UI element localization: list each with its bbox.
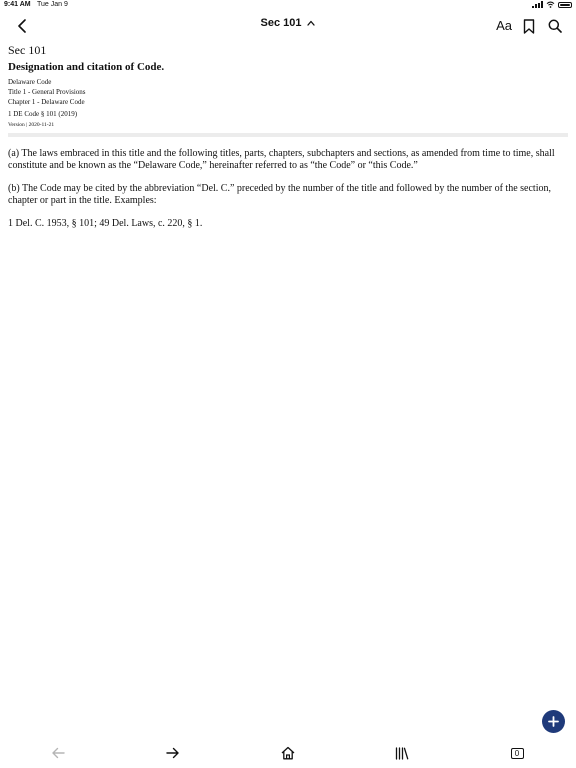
- cellular-signal-icon: [532, 1, 543, 8]
- library-button[interactable]: [393, 744, 411, 762]
- status-date: Tue Jan 9: [37, 1, 68, 8]
- status-icons: [532, 1, 572, 8]
- plus-icon: [548, 716, 559, 727]
- paragraph-b: (b) The Code may be cited by the abbrevi…: [8, 183, 551, 206]
- search-button[interactable]: [546, 16, 564, 36]
- tabs-button[interactable]: 0: [508, 744, 526, 762]
- nav-actions: Aa: [496, 16, 564, 36]
- history-back-button[interactable]: [49, 744, 67, 762]
- arrow-right-icon: [166, 747, 179, 759]
- citation: 1 DE Code § 101 (2019): [8, 110, 78, 118]
- bookmark-button[interactable]: [520, 16, 538, 36]
- status-time: 9:41 AM: [4, 1, 31, 8]
- section-divider: [8, 133, 568, 137]
- section-heading: Designation and citation of Code.: [8, 61, 165, 73]
- search-icon: [548, 19, 562, 33]
- home-button[interactable]: [279, 744, 297, 762]
- tabs-icon: 0: [510, 747, 524, 759]
- wifi-icon: [546, 1, 555, 8]
- bottom-toolbar: 0: [0, 742, 576, 764]
- history-forward-button[interactable]: [164, 744, 182, 762]
- section-header: Sec 101 Designation and citation of Code…: [8, 43, 568, 130]
- battery-icon: [558, 1, 572, 8]
- home-icon: [281, 746, 295, 760]
- add-button[interactable]: [542, 710, 565, 733]
- nav-title-text: Sec 101: [260, 17, 302, 29]
- section-body: (a) The laws embraced in this title and …: [8, 148, 568, 241]
- history-note: 1 Del. C. 1953, § 101; 49 Del. Laws, c. …: [8, 218, 203, 229]
- library-icon: [395, 746, 409, 760]
- paragraph-a: (a) The laws embraced in this title and …: [8, 148, 555, 171]
- status-bar: 9:41 AM Tue Jan 9: [0, 0, 576, 12]
- version-label: Version | 2020-11-21: [8, 122, 55, 128]
- section-title-dropdown[interactable]: Sec 101: [0, 17, 576, 29]
- font-size-button[interactable]: Aa: [496, 16, 512, 36]
- navigation-bar: Sec 101 Aa: [0, 12, 576, 40]
- breadcrumb-chapter: Chapter 1 - Delaware Code: [8, 98, 85, 106]
- breadcrumb-code: Delaware Code: [8, 78, 52, 86]
- breadcrumb-title: Title 1 - General Provisions: [8, 88, 86, 96]
- bookmark-icon: [523, 18, 535, 34]
- arrow-left-icon: [52, 747, 65, 759]
- chevron-up-icon: [307, 20, 316, 26]
- section-label: Sec 101: [8, 43, 47, 57]
